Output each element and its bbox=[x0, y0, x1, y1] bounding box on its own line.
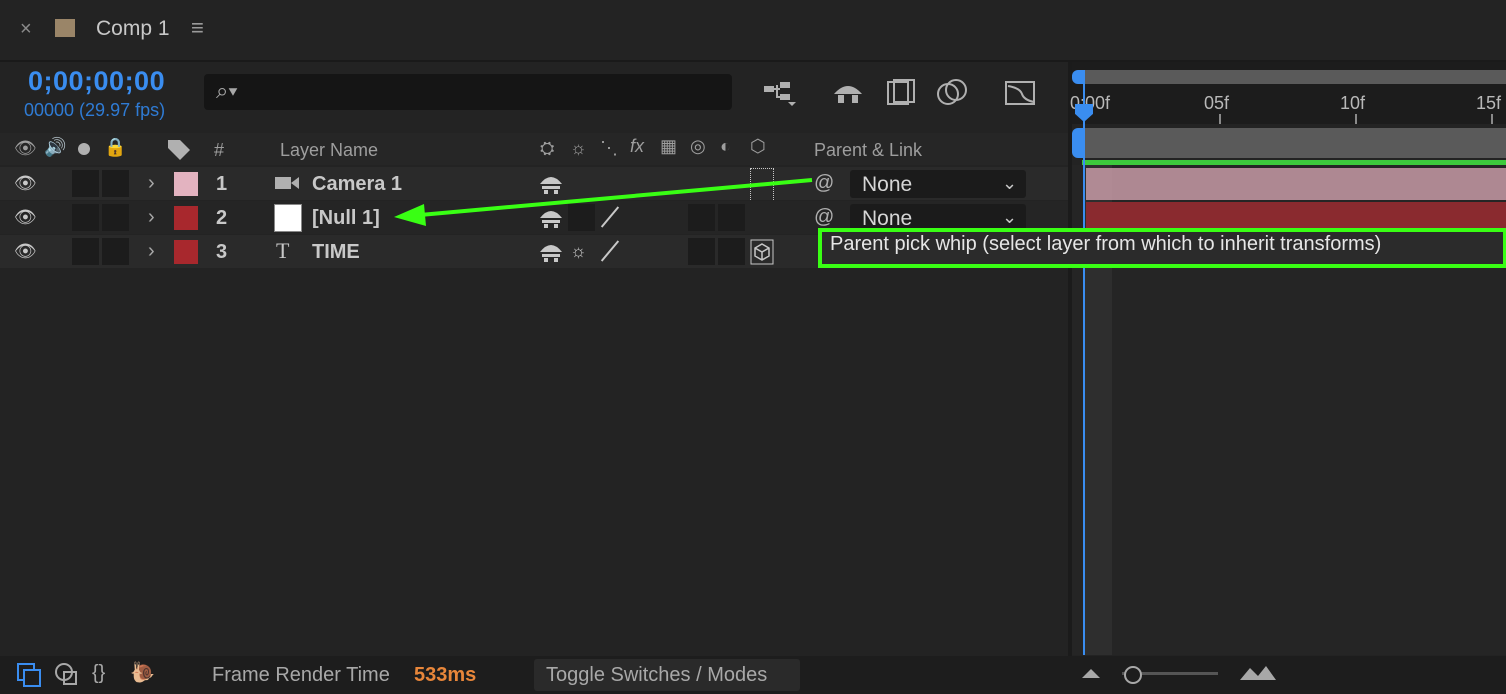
lock-toggle[interactable] bbox=[102, 170, 129, 197]
frame-blending-icon[interactable] bbox=[886, 78, 916, 108]
chevron-right-icon[interactable]: › bbox=[148, 172, 155, 195]
transfer-controls-icon[interactable] bbox=[54, 662, 80, 688]
tooltip-text: Parent pick whip (select layer from whic… bbox=[830, 233, 1382, 255]
tick-mark bbox=[1219, 114, 1221, 124]
solo-header-icon[interactable] bbox=[78, 143, 90, 155]
layer-number: 2 bbox=[216, 207, 228, 229]
parent-dropdown-value: None bbox=[862, 173, 913, 196]
collapse-sun-icon[interactable]: ☼ bbox=[570, 241, 587, 262]
zoom-slider-knob[interactable] bbox=[1124, 666, 1142, 684]
audio-toggle[interactable] bbox=[72, 204, 99, 231]
layer-number: 3 bbox=[216, 241, 228, 263]
chevron-right-icon[interactable]: › bbox=[148, 206, 155, 229]
layer-number-header: # bbox=[214, 140, 225, 160]
frame-blend-header-icon[interactable]: ▦ bbox=[660, 136, 677, 157]
frame-count-fps: 00000 (29.97 fps) bbox=[24, 100, 166, 120]
quality-header-icon[interactable]: ⋱ bbox=[600, 138, 618, 159]
3d-layer-header-icon[interactable]: ⬡ bbox=[750, 136, 766, 157]
layer-name[interactable]: Camera 1 bbox=[312, 173, 402, 196]
null-object-icon bbox=[274, 204, 302, 232]
layer-name[interactable]: [Null 1] bbox=[312, 207, 380, 230]
zoom-in-icon[interactable] bbox=[1240, 664, 1276, 682]
current-time-display[interactable]: 0;00;00;00 bbox=[28, 66, 165, 97]
eye-icon[interactable]: 👁 bbox=[14, 173, 37, 194]
adjustment-toggle[interactable] bbox=[718, 238, 745, 265]
layer-number: 1 bbox=[216, 173, 228, 195]
composition-mini-flowchart-icon[interactable] bbox=[762, 80, 802, 110]
audio-header-icon[interactable]: 🔊 bbox=[44, 137, 66, 158]
motion-blur-header-icon[interactable]: ◎ bbox=[690, 136, 706, 157]
layer-name[interactable]: TIME bbox=[312, 241, 360, 264]
lock-header-icon[interactable]: 🔒 bbox=[104, 137, 126, 158]
tick-label: 10f bbox=[1340, 93, 1366, 113]
layer-name-header[interactable]: Layer Name bbox=[280, 140, 378, 161]
tick-mark bbox=[1355, 114, 1357, 124]
audio-toggle[interactable] bbox=[72, 238, 99, 265]
eye-icon[interactable]: 👁 bbox=[14, 207, 37, 228]
comp-tab-bar bbox=[0, 0, 1506, 60]
frame-render-time-value: 533ms bbox=[414, 664, 477, 686]
search-input[interactable] bbox=[204, 74, 732, 110]
time-navigator-bar[interactable] bbox=[1082, 70, 1506, 84]
comp-tab-title[interactable]: Comp 1 bbox=[96, 17, 170, 41]
label-tag-header-icon[interactable] bbox=[166, 138, 192, 160]
comp-color-swatch bbox=[55, 19, 75, 37]
effects-header-icon[interactable]: fx bbox=[630, 136, 644, 157]
shy-icon[interactable] bbox=[538, 240, 564, 264]
audio-toggle[interactable] bbox=[72, 170, 99, 197]
label-color-swatch[interactable] bbox=[174, 206, 198, 230]
lock-toggle[interactable] bbox=[102, 238, 129, 265]
search-icon[interactable]: ⌕▾ bbox=[216, 78, 238, 104]
panel-menu-icon[interactable]: ≡ bbox=[191, 15, 204, 41]
label-color-swatch[interactable] bbox=[174, 172, 198, 196]
close-tab-icon[interactable]: × bbox=[20, 18, 32, 41]
tick-mark bbox=[1491, 114, 1493, 124]
layer-switches-icon[interactable] bbox=[16, 662, 42, 688]
label-color-swatch[interactable] bbox=[174, 240, 198, 264]
motion-blur-toggle[interactable] bbox=[688, 238, 715, 265]
camera-icon bbox=[275, 177, 299, 189]
toggle-switches-modes-label: Toggle Switches / Modes bbox=[546, 664, 768, 686]
layer-duration-bar[interactable] bbox=[1086, 168, 1506, 200]
eye-icon[interactable]: 👁 bbox=[14, 241, 37, 262]
parent-link-header[interactable]: Parent & Link bbox=[814, 140, 922, 161]
lock-toggle[interactable] bbox=[102, 204, 129, 231]
in-out-icon[interactable]: {} bbox=[92, 662, 105, 685]
video-switch-header-icon[interactable]: 👁 bbox=[14, 138, 37, 159]
motion-blur-icon[interactable] bbox=[936, 78, 970, 108]
graph-editor-icon[interactable] bbox=[1004, 78, 1038, 108]
zoom-out-icon[interactable] bbox=[1080, 666, 1102, 680]
text-layer-icon: T bbox=[276, 238, 290, 263]
annotation-arrow bbox=[394, 178, 813, 226]
draft-3d-icon[interactable] bbox=[832, 78, 864, 108]
chevron-down-icon[interactable]: ⌄ bbox=[1002, 173, 1017, 194]
collapse-header-icon[interactable]: ☼ bbox=[570, 138, 587, 159]
current-time-indicator[interactable] bbox=[1083, 70, 1085, 655]
work-area-bar[interactable] bbox=[1082, 128, 1506, 158]
chevron-down-icon[interactable]: ⌄ bbox=[1002, 207, 1017, 228]
tick-label: 05f bbox=[1204, 93, 1230, 113]
frame-render-time-label: Frame Render Time bbox=[212, 664, 390, 686]
tick-label: 15f bbox=[1476, 93, 1502, 113]
shy-header-icon[interactable]: ⛭ bbox=[540, 138, 554, 159]
chevron-right-icon[interactable]: › bbox=[148, 240, 155, 263]
render-time-icon[interactable]: 🐌 bbox=[130, 660, 155, 685]
adjustment-header-icon[interactable]: ◐ bbox=[720, 136, 731, 157]
3d-layer-cube-icon[interactable] bbox=[750, 239, 774, 265]
